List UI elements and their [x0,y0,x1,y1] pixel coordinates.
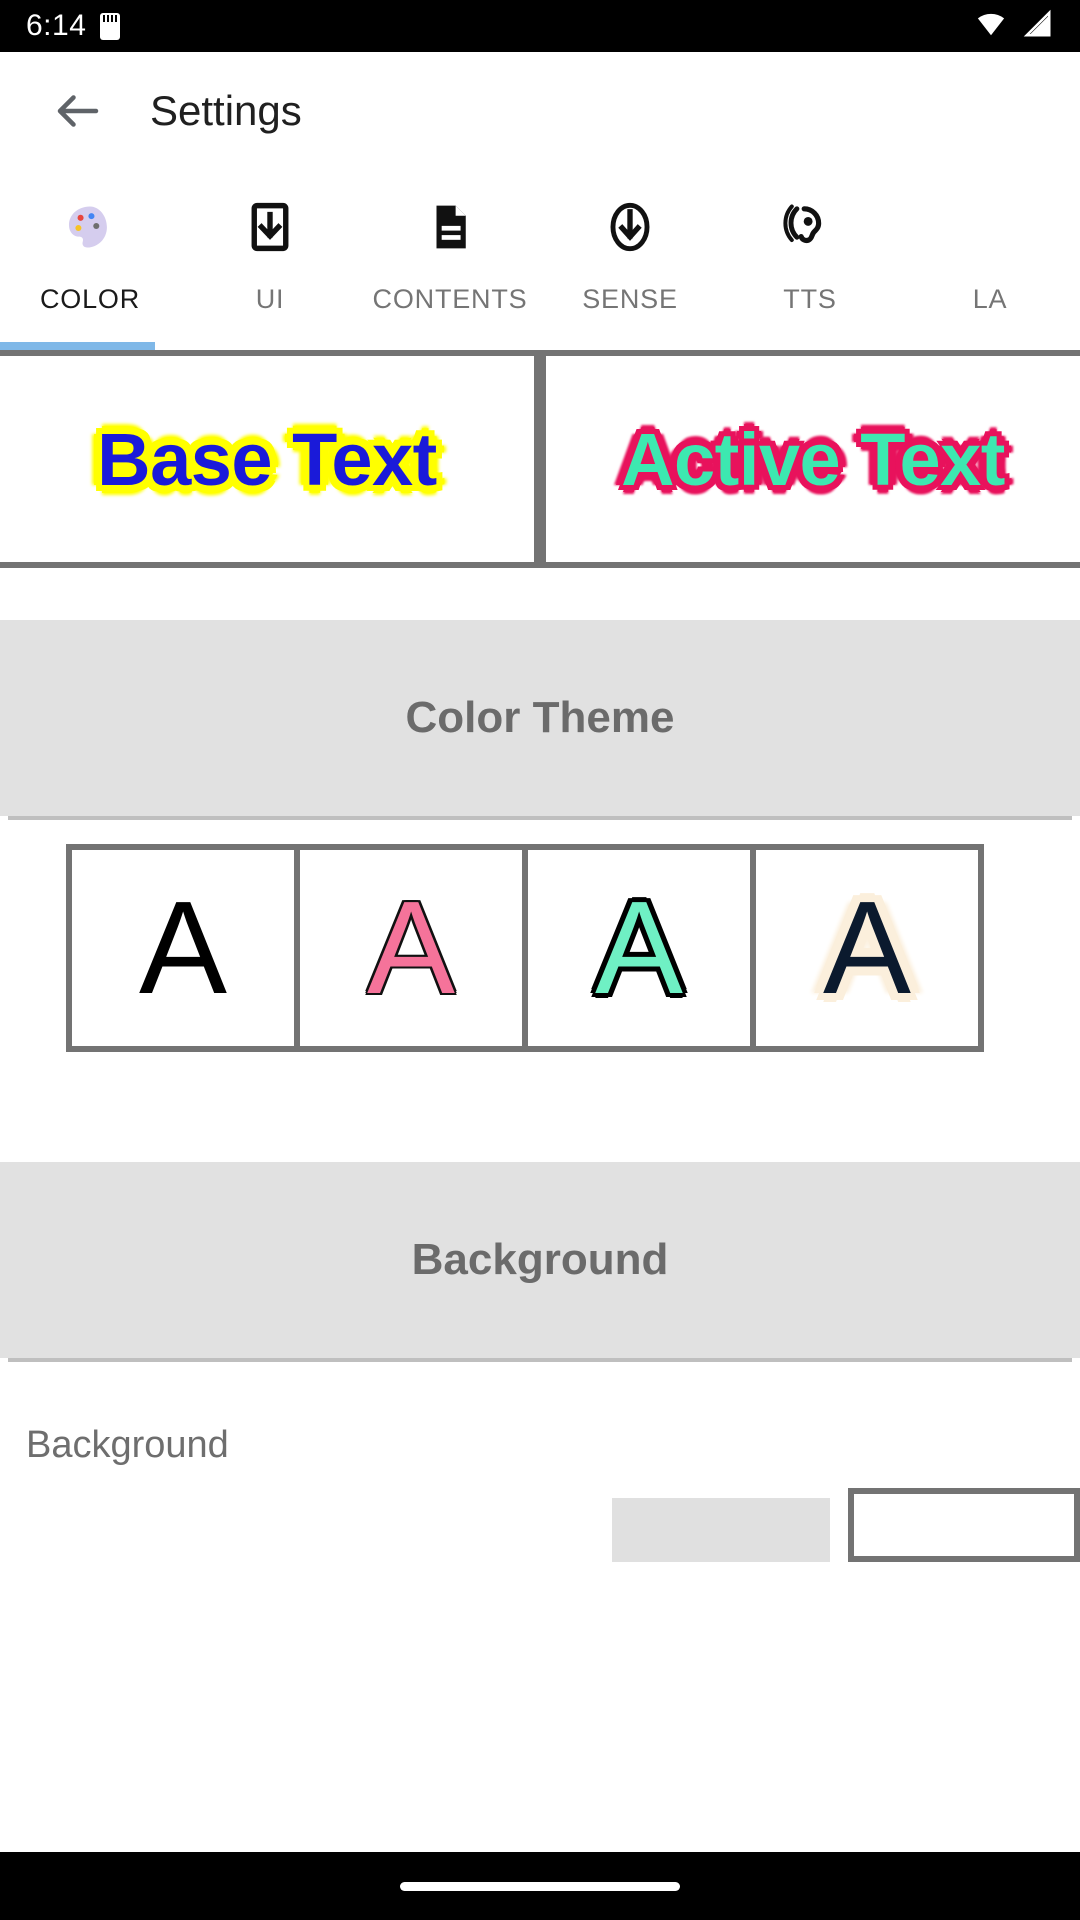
wifi-icon [974,9,1008,44]
tab-active-indicator [0,342,155,350]
preview-divider [534,356,546,562]
theme-swatch-navy[interactable]: A [756,850,978,1046]
palette-icon [61,192,119,262]
tab-label-tts: TTS [783,284,837,314]
tab-sense[interactable]: SENSE [540,170,720,340]
gesture-home-handle[interactable] [400,1881,680,1891]
tab-ui[interactable]: UI [180,170,360,340]
theme-swatch-pink[interactable]: A [300,850,522,1046]
tab-language[interactable]: LA [900,170,1080,340]
spacer-above-background [0,1052,1080,1162]
theme-swatch-letter: A [138,874,228,1021]
ear-hearing-icon [782,192,838,262]
system-navigation-bar [0,1852,1080,1920]
tab-contents[interactable]: CONTENTS [360,170,540,340]
section-header-background: Background [0,1162,1080,1358]
document-icon [423,192,477,262]
tab-label-color: COLOR [39,284,141,314]
background-color-chip[interactable] [612,1498,830,1562]
sd-card-icon [100,12,121,40]
settings-tab-bar[interactable]: COLOR UI CONTENTS SENSE TTS LA [0,170,1080,350]
theme-swatch-mint[interactable]: A [528,850,750,1046]
download-box-icon [243,192,297,262]
status-time: 6:14 [26,9,87,42]
active-text-preview-panel[interactable]: Active Text [546,356,1080,562]
theme-swatch-letter: A [822,874,912,1021]
spacer-above-color-theme [0,568,1080,620]
status-bar-right [974,9,1054,44]
tab-tts[interactable]: TTS [720,170,900,340]
tab-label-contents: CONTENTS [372,284,528,314]
status-bar-left: 6:14 [26,9,121,43]
tab-color[interactable]: COLOR [0,170,180,340]
section-title-color-theme: Color Theme [405,693,675,742]
background-setting-row[interactable]: Background [0,1362,1080,1562]
back-arrow-icon [57,95,99,127]
background-preview-box[interactable] [848,1488,1080,1562]
cell-signal-icon [1022,9,1054,44]
tab-label-ui: UI [255,284,285,314]
active-text-sample: Active Text [621,417,1005,501]
page-title: Settings [150,87,302,134]
tab-label-language: LA [972,284,1008,314]
circle-down-arrow-icon [602,192,658,262]
color-theme-swatch-frame: A A A A [66,844,984,1052]
section-title-background: Background [411,1235,669,1284]
tab-label-sense: SENSE [582,284,678,314]
status-bar: 6:14 [0,0,1080,52]
base-text-sample: Base Text [97,417,437,501]
background-setting-label: Background [26,1424,229,1466]
color-theme-swatch-row[interactable]: A A A A [0,820,1080,1052]
text-style-preview-row: Base Text Active Text [0,350,1080,568]
section-header-color-theme: Color Theme [0,620,1080,816]
back-button[interactable] [40,73,116,149]
background-setting-controls[interactable] [612,1488,1080,1562]
theme-swatch-letter: A [594,874,684,1021]
base-text-preview-panel[interactable]: Base Text [0,356,534,562]
theme-swatch-default[interactable]: A [72,850,294,1046]
theme-swatch-letter: A [366,874,456,1021]
app-bar: Settings [0,52,1080,170]
